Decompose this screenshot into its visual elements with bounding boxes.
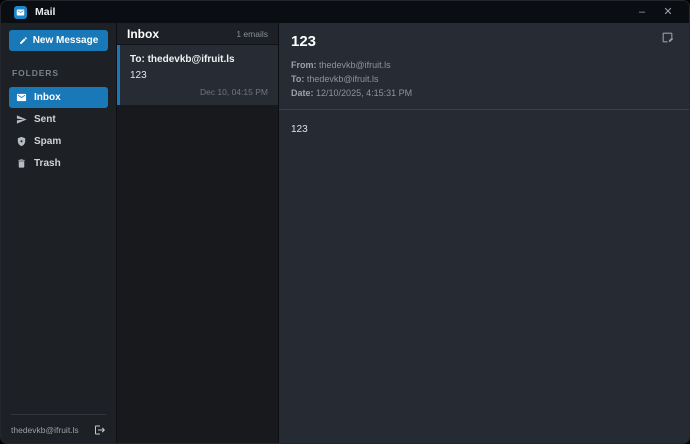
reply-icon[interactable]	[661, 31, 677, 47]
email-from-line: From: thedevkb@ifruit.ls	[291, 58, 677, 72]
sidebar-item-label: Sent	[34, 114, 56, 125]
email-to-line: To: thedevkb@ifruit.ls	[291, 72, 677, 86]
mail-app-window: Mail – ✕ New Message FOLDERS Inbox Sent …	[0, 0, 690, 444]
from-label: From:	[291, 60, 317, 70]
shield-icon	[17, 136, 26, 147]
account-email: thedevkb@ifruit.ls	[11, 425, 79, 435]
window-title: Mail	[35, 6, 56, 18]
email-list-panel: Inbox 1 emails To: thedevkb@ifruit.ls 12…	[116, 23, 279, 443]
date-value: 12/10/2025, 4:15:31 PM	[316, 88, 413, 98]
sidebar-item-label: Spam	[34, 136, 62, 147]
folders-heading: FOLDERS	[12, 68, 59, 78]
new-message-button[interactable]: New Message	[9, 30, 108, 51]
email-list-title: Inbox	[127, 26, 159, 41]
email-item-to: To: thedevkb@ifruit.ls	[130, 54, 235, 65]
paper-plane-icon	[16, 115, 27, 124]
email-item-timestamp: Dec 10, 04:15 PM	[199, 87, 268, 97]
sidebar-item-label: Trash	[34, 158, 61, 169]
sidebar-footer: thedevkb@ifruit.ls	[9, 414, 108, 443]
sidebar-item-spam[interactable]: Spam	[9, 131, 108, 152]
email-item-subject: 123	[130, 70, 147, 81]
date-label: Date:	[291, 88, 314, 98]
sidebar-item-sent[interactable]: Sent	[9, 109, 108, 130]
mail-app-icon	[14, 5, 27, 19]
pencil-icon	[19, 37, 27, 44]
close-button[interactable]: ✕	[655, 1, 681, 23]
to-value: thedevkb@ifruit.ls	[306, 74, 379, 84]
sidebar: New Message FOLDERS Inbox Sent Spam Tras…	[1, 23, 116, 443]
sidebar-item-inbox[interactable]: Inbox	[9, 87, 108, 108]
main-area: New Message FOLDERS Inbox Sent Spam Tras…	[1, 23, 689, 443]
from-value: thedevkb@ifruit.ls	[319, 60, 391, 70]
sidebar-item-label: Inbox	[34, 92, 61, 103]
sidebar-divider	[11, 414, 106, 415]
to-label: To:	[291, 74, 305, 84]
logout-icon[interactable]	[94, 424, 106, 436]
reading-pane: 123 From: thedevkb@ifruit.ls To: thedevk…	[279, 23, 689, 443]
email-list-item[interactable]: To: thedevkb@ifruit.ls 123 Dec 10, 04:15…	[117, 45, 278, 105]
account-row: thedevkb@ifruit.ls	[9, 424, 108, 436]
email-count-badge: 1 emails	[236, 28, 268, 39]
sidebar-item-trash[interactable]: Trash	[9, 153, 108, 174]
titlebar: Mail – ✕	[1, 1, 689, 23]
reading-pane-header: 123 From: thedevkb@ifruit.ls To: thedevk…	[279, 23, 689, 110]
trash-icon	[18, 159, 25, 168]
email-list-header: Inbox 1 emails	[117, 23, 278, 45]
email-date-line: Date: 12/10/2025, 4:15:31 PM	[291, 86, 677, 100]
minimize-button[interactable]: –	[629, 1, 655, 23]
inbox-envelope-icon	[16, 93, 27, 102]
email-body: 123	[291, 124, 308, 135]
new-message-label: New Message	[32, 35, 99, 46]
email-subject-title: 123	[291, 33, 317, 50]
